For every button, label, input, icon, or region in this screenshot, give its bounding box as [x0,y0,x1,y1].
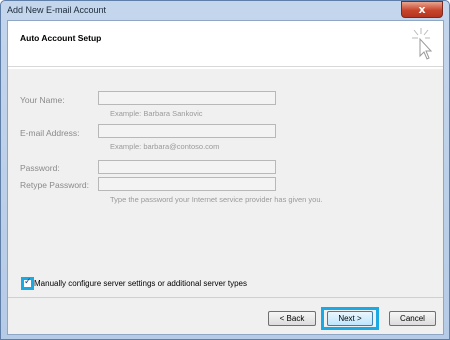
window-title: Add New E-mail Account [7,5,107,15]
name-hint: Example: Barbara Sankovic [110,109,203,118]
email-input[interactable] [98,124,276,138]
name-label: Your Name: [20,95,65,105]
dialog-content: Auto Account Setup Your Name: Example: B… [7,20,444,335]
wizard-cursor-icon [412,28,433,60]
next-button[interactable]: Next > [327,311,373,326]
cancel-button[interactable]: Cancel [389,311,436,326]
next-button-highlight: Next > [321,307,379,330]
email-hint: Example: barbara@contoso.com [110,142,220,151]
form-panel: Your Name: Example: Barbara Sankovic E-m… [8,69,443,297]
manual-config-label: Manually configure server settings or ad… [34,279,247,288]
password-hint: Type the password your Internet service … [110,195,323,204]
retype-password-label: Retype Password: [20,180,89,190]
button-bar: < Back Next > Cancel [8,297,443,334]
email-label: E-mail Address: [20,128,80,138]
checkmark-icon: ✓ [24,277,32,287]
manual-config-checkbox[interactable]: ✓ [21,277,34,290]
password-input[interactable] [98,160,276,174]
retype-password-input[interactable] [98,177,276,191]
name-input[interactable] [98,91,276,105]
header-panel: Auto Account Setup [8,21,443,67]
page-title: Auto Account Setup [20,33,102,43]
title-bar: Add New E-mail Account x [1,1,449,20]
password-label: Password: [20,163,60,173]
close-icon: x [418,3,426,16]
dialog-window: Add New E-mail Account x Auto Account Se… [0,0,450,340]
close-button[interactable]: x [401,1,443,18]
back-button[interactable]: < Back [268,311,316,326]
